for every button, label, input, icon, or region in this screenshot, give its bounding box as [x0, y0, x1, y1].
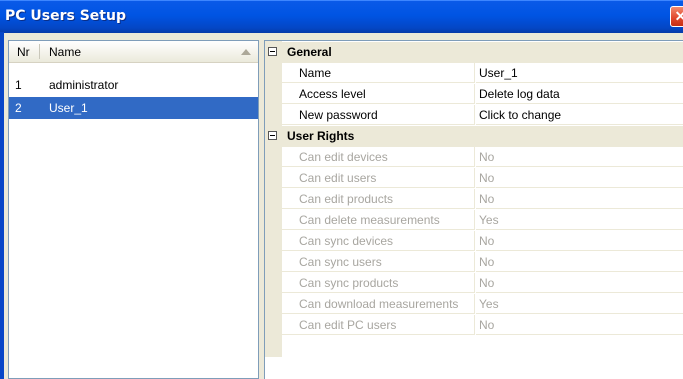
property-name: New password	[299, 108, 378, 122]
property-row: Can edit devices No	[265, 147, 683, 168]
column-header-nr[interactable]: Nr	[17, 45, 30, 59]
property-row: Can sync devices No	[265, 231, 683, 252]
property-name-cell[interactable]: New password	[282, 105, 475, 125]
property-value: User_1	[479, 66, 518, 80]
window-frame	[0, 32, 4, 379]
property-name-cell[interactable]: Name	[282, 63, 475, 83]
property-name-cell: Can delete measurements	[282, 210, 475, 230]
property-name-cell: Can sync users	[282, 252, 475, 272]
property-name-cell: Can download measurements	[282, 294, 475, 314]
property-value: Yes	[479, 213, 499, 227]
close-button[interactable]: ✕	[670, 6, 683, 27]
property-row: Can edit products No	[265, 189, 683, 210]
property-value-cell: No	[476, 231, 683, 251]
user-nr: 2	[15, 101, 22, 115]
property-value-cell: Yes	[476, 210, 683, 230]
property-value-cell: No	[476, 315, 683, 335]
property-name: Name	[299, 66, 332, 80]
property-value-cell: No	[476, 252, 683, 272]
column-divider[interactable]	[39, 44, 40, 59]
property-value-cell[interactable]: User_1	[476, 63, 683, 83]
property-value-cell: No	[476, 273, 683, 293]
user-nr: 1	[15, 78, 22, 92]
property-value: Delete log data	[479, 87, 560, 101]
property-name: Can edit PC users	[299, 318, 397, 332]
property-name-cell: Can sync devices	[282, 231, 475, 251]
collapse-toggle-icon[interactable]	[268, 131, 277, 140]
property-grid[interactable]: General Name User_1 Access level Delete log …	[264, 40, 683, 379]
user-row-user-1[interactable]: 2 User_1	[9, 97, 258, 119]
user-row-administrator[interactable]: 1 administrator	[9, 74, 258, 96]
property-name-cell: Can sync products	[282, 273, 475, 293]
property-value: No	[479, 255, 495, 269]
property-value-cell: No	[476, 189, 683, 209]
property-name-cell: Can edit users	[282, 168, 475, 188]
property-row: Can edit users No	[265, 168, 683, 189]
collapse-toggle-icon[interactable]	[268, 47, 277, 56]
property-name: Can sync users	[299, 255, 382, 269]
property-row: Can delete measurements Yes	[265, 210, 683, 231]
property-name: Can sync products	[299, 276, 399, 290]
property-name: Access level	[299, 87, 366, 101]
property-value: No	[479, 276, 495, 290]
property-value-cell[interactable]: Click to change	[476, 105, 683, 125]
property-name: Can download measurements	[299, 297, 459, 311]
category-user-rights[interactable]: User Rights	[265, 126, 683, 147]
title-bar[interactable]: PC Users Setup ✕	[0, 0, 683, 33]
users-list[interactable]: Nr Name 1 administrator 2 User_1	[8, 40, 259, 379]
user-name: administrator	[49, 78, 119, 92]
property-name: Can edit users	[299, 171, 377, 185]
property-value: No	[479, 318, 495, 332]
property-value: No	[479, 150, 495, 164]
category-label: User Rights	[287, 129, 355, 143]
column-header-name[interactable]: Name	[49, 45, 81, 59]
property-row: Can sync products No	[265, 273, 683, 294]
sort-ascending-icon	[241, 49, 251, 55]
property-name-cell: Can edit PC users	[282, 315, 475, 335]
pc-users-setup-window: PC Users Setup ✕ Nr Name 1 administrator…	[0, 0, 683, 379]
category-general[interactable]: General	[265, 42, 683, 63]
category-label: General	[287, 45, 332, 59]
property-name: Can delete measurements	[299, 213, 440, 227]
property-row[interactable]: Access level Delete log data	[265, 84, 683, 105]
property-value-cell[interactable]: Delete log data	[476, 84, 683, 104]
property-name-cell: Can edit products	[282, 189, 475, 209]
property-row[interactable]: Name User_1	[265, 63, 683, 84]
property-value: No	[479, 234, 495, 248]
property-name: Can edit products	[299, 192, 394, 206]
property-name: Can sync devices	[299, 234, 394, 248]
property-value-cell: Yes	[476, 294, 683, 314]
property-row[interactable]: New password Click to change	[265, 105, 683, 126]
property-value-cell: No	[476, 147, 683, 167]
property-value: No	[479, 192, 495, 206]
property-name: Can edit devices	[299, 150, 388, 164]
property-row: Can sync users No	[265, 252, 683, 273]
users-list-header: Nr Name	[9, 41, 258, 63]
property-value: No	[479, 171, 495, 185]
user-name: User_1	[49, 101, 88, 115]
window-title: PC Users Setup	[5, 8, 126, 24]
property-row: Can download measurements Yes	[265, 294, 683, 315]
property-value: Yes	[479, 297, 499, 311]
property-name-cell[interactable]: Access level	[282, 84, 475, 104]
property-row: Can edit PC users No	[265, 315, 683, 336]
property-value-cell: No	[476, 168, 683, 188]
property-name-cell: Can edit devices	[282, 147, 475, 167]
property-value: Click to change	[479, 108, 562, 122]
